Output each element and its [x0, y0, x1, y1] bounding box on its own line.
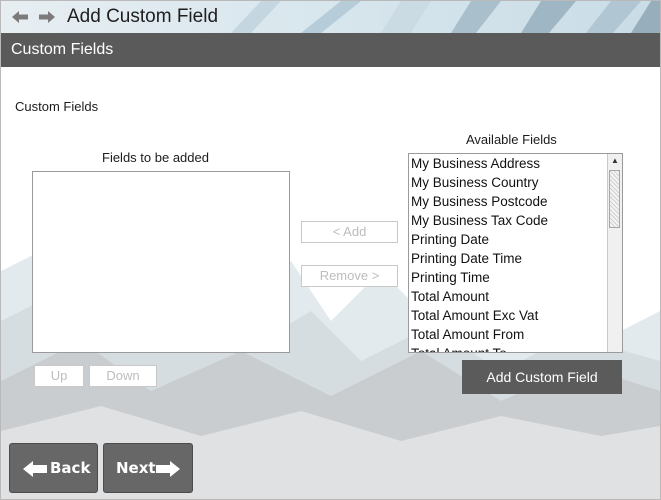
- back-button-label: Back: [50, 459, 91, 477]
- next-button[interactable]: Next: [103, 443, 193, 493]
- fields-to-add-label: Fields to be added: [102, 150, 209, 165]
- remove-button[interactable]: Remove >: [301, 265, 398, 287]
- available-field-item[interactable]: My Business Tax Code: [409, 211, 622, 230]
- scroll-thumb[interactable]: [609, 170, 620, 228]
- section-header: Custom Fields: [1, 33, 660, 67]
- fields-to-add-list[interactable]: [32, 171, 290, 353]
- back-button[interactable]: Back: [9, 443, 98, 493]
- forward-arrow-icon[interactable]: [39, 10, 55, 24]
- down-button[interactable]: Down: [89, 365, 157, 387]
- available-field-item[interactable]: Total Amount Exc Vat: [409, 306, 622, 325]
- available-fields-list[interactable]: My Business Address My Business Country My…: [408, 153, 623, 353]
- arrow-left-icon: [23, 461, 47, 477]
- page-heading: Custom Fields: [15, 99, 99, 114]
- available-field-item[interactable]: Total Amount To: [409, 344, 622, 352]
- available-field-item[interactable]: My Business Postcode: [409, 192, 622, 211]
- dialog-window: Add Custom Field Custom Fields Custom Fi…: [0, 0, 661, 500]
- add-button[interactable]: < Add: [301, 221, 398, 243]
- available-fields-items: My Business Address My Business Country My…: [409, 154, 622, 352]
- scroll-up-icon[interactable]: ▲: [608, 154, 622, 168]
- up-button[interactable]: Up: [34, 365, 84, 387]
- available-field-item[interactable]: Total Amount: [409, 287, 622, 306]
- add-custom-field-button[interactable]: Add Custom Field: [462, 360, 622, 394]
- available-field-item[interactable]: My Business Country: [409, 173, 622, 192]
- back-arrow-icon[interactable]: [12, 10, 28, 24]
- available-field-item[interactable]: Total Amount From: [409, 325, 622, 344]
- available-field-item[interactable]: Printing Date: [409, 230, 622, 249]
- available-fields-label: Available Fields: [466, 132, 557, 147]
- available-field-item[interactable]: My Business Address: [409, 154, 622, 173]
- available-field-item[interactable]: Printing Date Time: [409, 249, 622, 268]
- scrollbar[interactable]: ▲: [607, 154, 622, 352]
- arrow-right-icon: [156, 461, 180, 477]
- next-button-label: Next: [116, 459, 156, 477]
- window-title: Add Custom Field: [67, 6, 219, 27]
- available-field-item[interactable]: Printing Time: [409, 268, 622, 287]
- title-bar: Add Custom Field: [1, 1, 660, 33]
- section-title: Custom Fields: [11, 41, 114, 58]
